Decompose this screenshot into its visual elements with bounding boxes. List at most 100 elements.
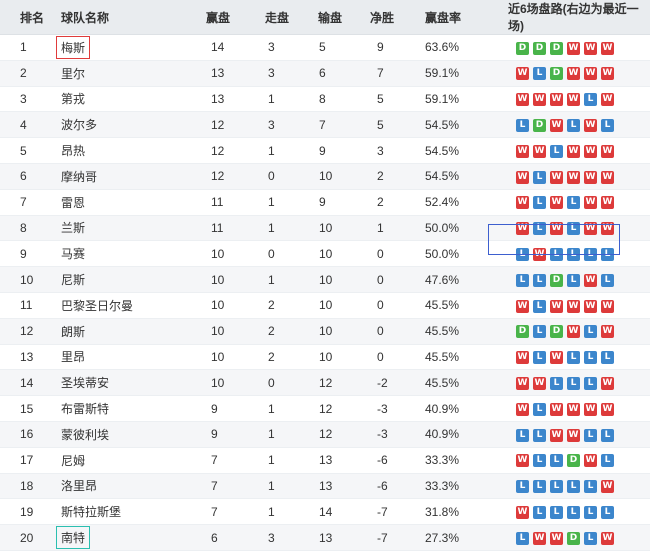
team-name-link[interactable]: 里昂: [57, 346, 89, 367]
win-cell: 7: [203, 447, 258, 474]
win-cell: 9: [203, 421, 258, 448]
draw-cell: 1: [258, 498, 313, 526]
form-badge-win: W: [550, 299, 563, 313]
draw-cell: 3: [258, 34, 313, 61]
rate-cell: 33.3%: [420, 447, 502, 474]
table-row: 19 斯特拉斯堡 7 1 14 -7 31.8% W L L L L L: [0, 498, 650, 526]
form-badge-loss: L: [601, 505, 614, 519]
team-cell[interactable]: 洛里昂: [57, 473, 203, 500]
loss-cell: 9: [313, 137, 365, 164]
team-cell[interactable]: 朗斯: [57, 318, 203, 345]
table-row: 18 洛里昂 7 1 13 -6 33.3% L L L L L W: [0, 473, 650, 500]
table-row: 17 尼姆 7 1 13 -6 33.3% W L L D W L: [0, 447, 650, 474]
rank-cell: 12: [0, 318, 57, 345]
draw-cell: 1: [258, 447, 313, 474]
table-row: 2 里尔 13 3 6 7 59.1% W L D W W W: [0, 60, 650, 87]
rate-cell: 52.4%: [420, 189, 502, 216]
form-cell: WLWLWW: [502, 189, 650, 216]
team-name-link[interactable]: 里尔: [57, 63, 89, 84]
form-badge-loss: L: [567, 247, 580, 261]
team-cell[interactable]: 摩纳哥: [57, 163, 203, 190]
form-badge-win: W: [516, 67, 529, 81]
table-row: 7 雷恩 11 1 9 2 52.4% W L W L W W: [0, 189, 650, 216]
form-badge-win: W: [601, 325, 614, 339]
loss-cell: 10: [313, 318, 365, 345]
form-badge-loss: L: [533, 170, 546, 184]
team-name-link[interactable]: 雷恩: [57, 192, 89, 213]
team-name-link[interactable]: 圣埃蒂安: [57, 372, 113, 393]
team-cell[interactable]: 第戎: [57, 86, 203, 113]
team-name-link[interactable]: 蒙彼利埃: [57, 424, 113, 445]
table-row: 14 圣埃蒂安 10 0 12 -2 45.5% W W L L L W: [0, 369, 650, 397]
win-cell: 10: [203, 344, 258, 371]
team-name-link[interactable]: 波尔多: [57, 114, 101, 135]
form-badge-win: W: [516, 93, 529, 107]
table-row: 12 朗斯 10 2 10 0 45.5% D L D W L W: [0, 318, 650, 345]
team-cell[interactable]: 里昂: [57, 344, 203, 371]
team-name-link[interactable]: 尼姆: [57, 450, 89, 471]
form-badge-win: W: [584, 299, 597, 313]
team-name-link[interactable]: 第戎: [57, 88, 89, 109]
team-name-link[interactable]: 昂热: [57, 140, 89, 161]
team-name-link[interactable]: 巴黎圣日尔曼: [57, 295, 137, 316]
team-name-link[interactable]: 洛里昂: [57, 475, 101, 496]
form-badge-win: W: [550, 402, 563, 416]
team-name-link[interactable]: 布雷斯特: [57, 398, 113, 419]
net-cell: 5: [365, 111, 420, 139]
header-rate: 赢盘率: [420, 0, 502, 35]
header-form: 近6场盘路(右边为最近一场): [502, 0, 650, 35]
team-cell[interactable]: 兰斯: [57, 215, 203, 242]
team-cell[interactable]: 蒙彼利埃: [57, 421, 203, 448]
rank-cell: 2: [0, 60, 57, 87]
team-name-link[interactable]: 梅斯: [55, 35, 91, 59]
net-cell: -7: [365, 524, 420, 551]
team-name-link[interactable]: 马赛: [57, 243, 89, 264]
form-badge-win: W: [567, 299, 580, 313]
form-badge-loss: L: [533, 325, 546, 339]
rank-cell: 9: [0, 240, 57, 268]
form-badge-loss: L: [567, 351, 580, 365]
team-cell[interactable]: 尼斯: [57, 266, 203, 293]
team-cell[interactable]: 里尔: [57, 60, 203, 87]
form-badge-win: W: [550, 428, 563, 442]
form-badge-loss: L: [533, 351, 546, 365]
form-badge-draw: D: [567, 454, 580, 468]
team-cell[interactable]: 斯特拉斯堡: [57, 498, 203, 526]
team-name-link[interactable]: 摩纳哥: [57, 166, 101, 187]
team-name-link[interactable]: 南特: [55, 526, 91, 550]
net-cell: 0: [365, 318, 420, 345]
team-cell[interactable]: 南特: [55, 524, 203, 551]
team-cell[interactable]: 马赛: [57, 240, 203, 268]
net-cell: 7: [365, 60, 420, 87]
win-cell: 11: [203, 189, 258, 216]
rank-cell: 13: [0, 344, 57, 371]
team-cell[interactable]: 雷恩: [57, 189, 203, 216]
team-name-link[interactable]: 尼斯: [57, 269, 89, 290]
net-cell: 2: [365, 189, 420, 216]
win-cell: 9: [203, 395, 258, 422]
team-name-link[interactable]: 朗斯: [57, 321, 89, 342]
team-cell[interactable]: 圣埃蒂安: [57, 369, 203, 397]
net-cell: 3: [365, 137, 420, 164]
team-cell[interactable]: 巴黎圣日尔曼: [57, 292, 203, 319]
rate-cell: 40.9%: [420, 395, 502, 422]
form-cell: WLLLLL: [502, 498, 650, 526]
table-header-row: 排名 球队名称 赢盘 走盘 输盘 净胜 赢盘率 近6场盘路(右边为最近一场): [0, 0, 650, 35]
draw-cell: 1: [258, 421, 313, 448]
team-cell[interactable]: 梅斯: [55, 34, 203, 61]
win-cell: 12: [203, 137, 258, 164]
rank-cell: 19: [0, 498, 57, 526]
team-cell[interactable]: 波尔多: [57, 111, 203, 139]
form-badge-win: W: [584, 144, 597, 158]
team-name-link[interactable]: 兰斯: [57, 217, 89, 238]
form-badge-win: W: [516, 402, 529, 416]
form-cell: DDDWWW: [502, 34, 650, 61]
team-name-link[interactable]: 斯特拉斯堡: [57, 501, 125, 522]
team-cell[interactable]: 布雷斯特: [57, 395, 203, 422]
loss-cell: 8: [313, 86, 365, 113]
team-cell[interactable]: 尼姆: [57, 447, 203, 474]
rank-cell: 8: [0, 215, 57, 242]
team-cell[interactable]: 昂热: [57, 137, 203, 164]
net-cell: 9: [365, 34, 420, 61]
form-cell: WLDWWW: [502, 60, 650, 87]
